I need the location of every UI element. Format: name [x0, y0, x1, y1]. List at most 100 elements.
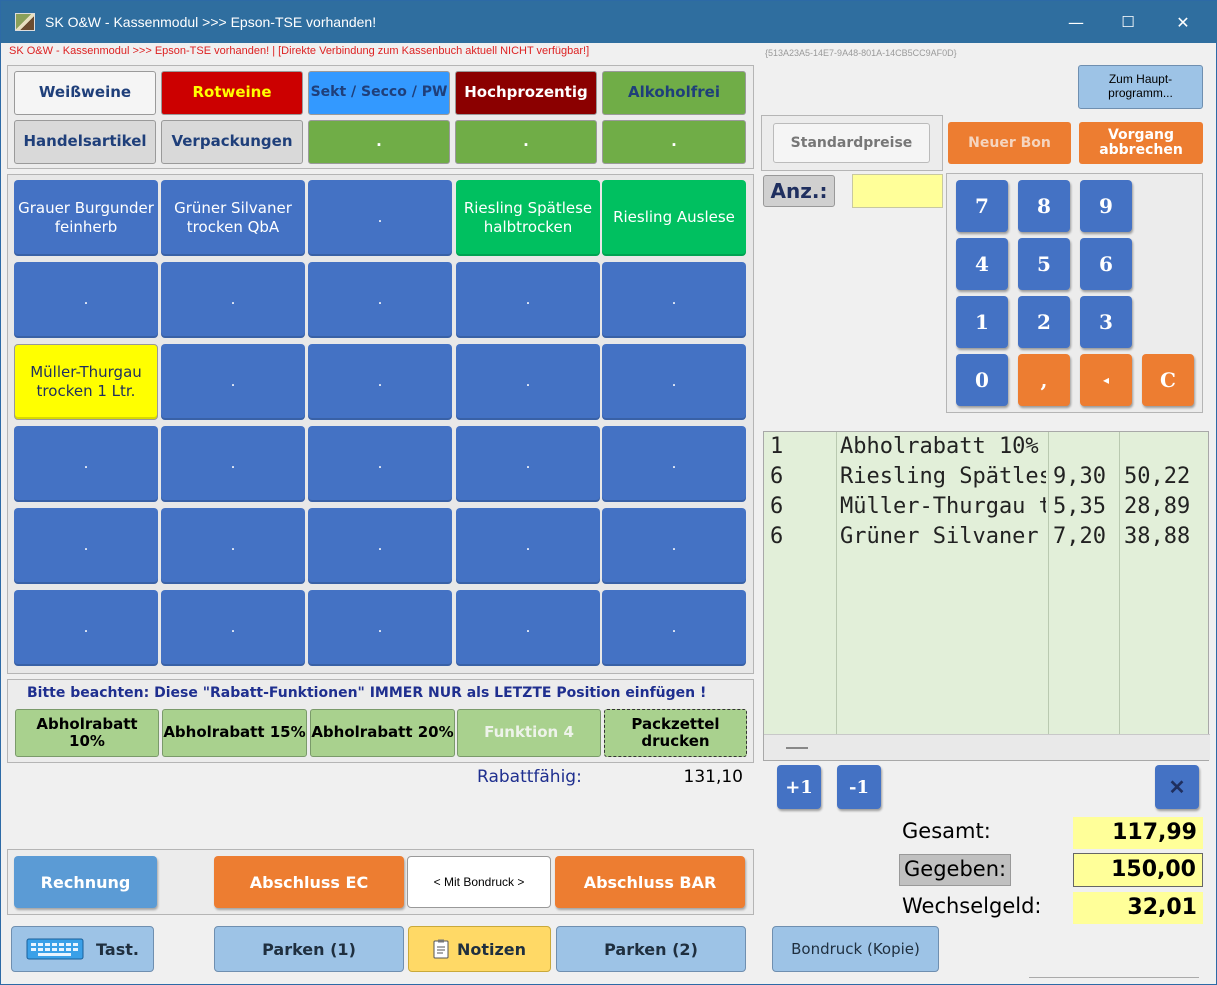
discount-15-button[interactable]: Abholrabatt 15%: [162, 709, 307, 757]
product-button[interactable]: .: [308, 180, 452, 256]
print-receipt-toggle[interactable]: < Mit Bondruck >: [407, 856, 551, 908]
key-9[interactable]: 9: [1080, 180, 1132, 232]
product-button[interactable]: .: [308, 508, 452, 584]
product-button[interactable]: .: [14, 426, 158, 502]
product-button[interactable]: .: [14, 590, 158, 666]
product-button[interactable]: .: [14, 508, 158, 584]
receipt-qty: 6: [770, 494, 784, 519]
key-3[interactable]: 3: [1080, 296, 1132, 348]
product-button[interactable]: Riesling Auslese: [602, 180, 746, 256]
key-backspace[interactable]: ◂: [1080, 354, 1132, 406]
minimize-button[interactable]: —: [1050, 1, 1102, 43]
keyboard-button[interactable]: Tast.: [11, 926, 154, 972]
main-program-button[interactable]: Zum Haupt-programm...: [1078, 65, 1203, 109]
receipt-row[interactable]: 6 Müller-Thurgau tr 5,35 28,89: [764, 494, 1210, 524]
category-empty[interactable]: .: [308, 120, 450, 164]
key-2[interactable]: 2: [1018, 296, 1070, 348]
quantity-input[interactable]: [852, 174, 943, 208]
product-button[interactable]: .: [14, 262, 158, 338]
product-button[interactable]: Riesling Spätlese halbtrocken: [456, 180, 600, 256]
product-button[interactable]: .: [161, 426, 305, 502]
key-comma[interactable]: ,: [1018, 354, 1070, 406]
given-input[interactable]: 150,00: [1073, 853, 1203, 887]
product-button[interactable]: .: [456, 426, 600, 502]
product-button[interactable]: .: [308, 344, 452, 420]
category-sekt[interactable]: Sekt / Secco / PW: [308, 71, 450, 115]
product-button[interactable]: .: [161, 344, 305, 420]
cancel-transaction-button[interactable]: Vorgang abbrechen: [1079, 122, 1203, 164]
category-alkoholfrei[interactable]: Alkoholfrei: [602, 71, 746, 115]
product-button[interactable]: .: [456, 262, 600, 338]
category-empty[interactable]: .: [602, 120, 746, 164]
category-hochprozentig[interactable]: Hochprozentig: [455, 71, 597, 115]
total-label: Gesamt:: [902, 819, 991, 843]
product-button[interactable]: .: [456, 344, 600, 420]
status-line: SK O&W - Kassenmodul >>> Epson-TSE vorha…: [9, 45, 590, 57]
new-receipt-button[interactable]: Neuer Bon: [948, 122, 1071, 164]
checkout-cash-button[interactable]: Abschluss BAR: [555, 856, 745, 908]
key-0[interactable]: 0: [956, 354, 1008, 406]
maximize-button[interactable]: ☐: [1102, 1, 1154, 43]
rabatt-label: Rabattfähig:: [477, 767, 582, 787]
product-button[interactable]: .: [161, 590, 305, 666]
category-weissweine[interactable]: Weißweine: [14, 71, 156, 115]
receipt-name: Grüner Silvaner t: [840, 524, 1046, 549]
key-8[interactable]: 8: [1018, 180, 1070, 232]
delete-line-button[interactable]: ✕: [1155, 765, 1199, 809]
change-label: Wechselgeld:: [902, 894, 1042, 918]
scroll-handle[interactable]: [786, 747, 808, 749]
receipt-total: 28,89: [1124, 494, 1191, 519]
packing-slip-button[interactable]: Packzettel drucken: [604, 709, 747, 757]
category-rotweine[interactable]: Rotweine: [161, 71, 303, 115]
category-verpackungen[interactable]: Verpackungen: [161, 120, 303, 164]
key-4[interactable]: 4: [956, 238, 1008, 290]
reprint-receipt-button[interactable]: Bondruck (Kopie): [772, 926, 939, 972]
key-5[interactable]: 5: [1018, 238, 1070, 290]
product-button[interactable]: .: [161, 508, 305, 584]
notes-button[interactable]: Notizen: [408, 926, 551, 972]
receipt-row[interactable]: 1 Abholrabatt 10%: [764, 434, 1210, 464]
discount-20-button[interactable]: Abholrabatt 20%: [310, 709, 455, 757]
receipt-name: Abholrabatt 10%: [840, 434, 1039, 459]
category-handelsartikel[interactable]: Handelsartikel: [14, 120, 156, 164]
product-button[interactable]: .: [456, 590, 600, 666]
receipt-qty: 6: [770, 524, 784, 549]
key-1[interactable]: 1: [956, 296, 1008, 348]
product-button[interactable]: .: [308, 426, 452, 502]
invoice-button[interactable]: Rechnung: [14, 856, 157, 908]
app-icon: [15, 13, 35, 31]
product-button[interactable]: .: [602, 426, 746, 502]
product-button[interactable]: .: [308, 590, 452, 666]
park-1-button[interactable]: Parken (1): [214, 926, 404, 972]
title-bar: SK O&W - Kassenmodul >>> Epson-TSE vorha…: [1, 1, 1217, 43]
decrement-button[interactable]: -1: [837, 765, 881, 809]
key-7[interactable]: 7: [956, 180, 1008, 232]
product-button[interactable]: .: [161, 262, 305, 338]
product-button[interactable]: .: [456, 508, 600, 584]
receipt-row[interactable]: 6 Grüner Silvaner t 7,20 38,88: [764, 524, 1210, 554]
product-button[interactable]: Grauer Burgunder feinherb: [14, 180, 158, 256]
increment-button[interactable]: +1: [777, 765, 821, 809]
receipt-row[interactable]: 6 Riesling Spätlese 9,30 50,22: [764, 464, 1210, 494]
discount-10-button[interactable]: Abholrabatt 10%: [15, 709, 159, 757]
product-button[interactable]: .: [308, 262, 452, 338]
key-6[interactable]: 6: [1080, 238, 1132, 290]
notes-icon: [433, 939, 449, 959]
key-clear[interactable]: C: [1142, 354, 1194, 406]
receipt-name: Riesling Spätlese: [840, 464, 1046, 489]
category-empty[interactable]: .: [455, 120, 597, 164]
product-button[interactable]: .: [602, 590, 746, 666]
product-button[interactable]: Müller-Thurgau trocken 1 Ltr.: [14, 344, 158, 420]
receipt-scrollbar[interactable]: [764, 734, 1210, 760]
close-button[interactable]: ✕: [1157, 1, 1209, 43]
receipt-price: 9,30: [1053, 464, 1106, 489]
product-button[interactable]: .: [602, 344, 746, 420]
receipt-list[interactable]: 1 Abholrabatt 10% 6 Riesling Spätlese 9,30 50…: [763, 431, 1210, 761]
product-button[interactable]: Grüner Silvaner trocken QbA: [161, 180, 305, 256]
function-4-button[interactable]: Funktion 4: [457, 709, 601, 757]
park-2-button[interactable]: Parken (2): [556, 926, 746, 972]
standard-prices-button[interactable]: Standardpreise: [773, 123, 930, 163]
checkout-ec-button[interactable]: Abschluss EC: [214, 856, 404, 908]
product-button[interactable]: .: [602, 262, 746, 338]
product-button[interactable]: .: [602, 508, 746, 584]
